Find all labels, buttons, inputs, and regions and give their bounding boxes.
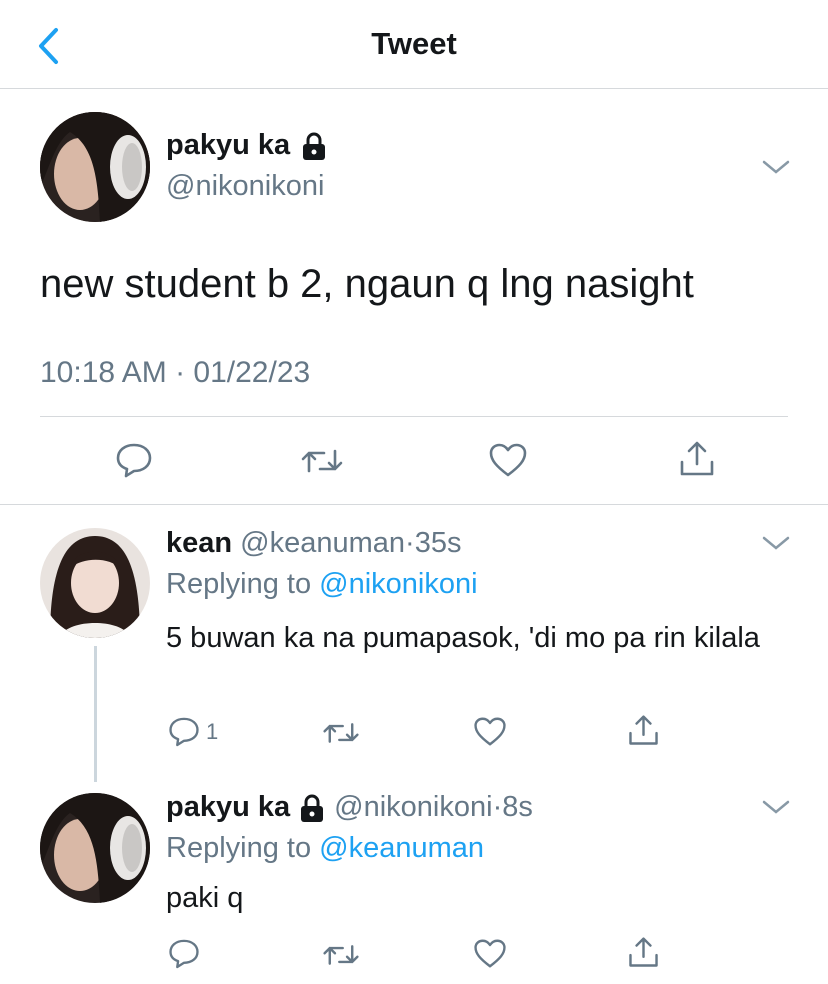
reply-text: 5 buwan ka na pumapasok, 'di mo pa rin k… bbox=[166, 622, 760, 654]
avatar[interactable] bbox=[40, 528, 150, 638]
retweet-icon bbox=[323, 945, 359, 965]
like-button[interactable] bbox=[488, 442, 528, 478]
chevron-down-icon bbox=[762, 800, 790, 814]
reply-count: 1 bbox=[206, 718, 219, 744]
handle[interactable]: @nikonikoni bbox=[334, 791, 492, 823]
timestamp-divider bbox=[40, 416, 788, 417]
display-name[interactable]: pakyu ka bbox=[166, 129, 290, 162]
tweet-divider bbox=[0, 504, 828, 505]
share-icon bbox=[680, 441, 714, 476]
header-divider bbox=[0, 88, 828, 89]
reply-options-button[interactable] bbox=[762, 534, 790, 552]
dot-separator: · bbox=[492, 791, 503, 823]
retweet-button[interactable] bbox=[300, 446, 344, 476]
display-name[interactable]: pakyu ka bbox=[166, 791, 290, 824]
reply-options-button[interactable] bbox=[762, 798, 790, 816]
replying-to-link[interactable]: @keanuman bbox=[319, 832, 484, 864]
display-name[interactable]: kean bbox=[166, 527, 232, 559]
replying-to-label: Replying to bbox=[166, 568, 312, 600]
like-button[interactable] bbox=[473, 716, 507, 747]
reply-button[interactable] bbox=[115, 442, 153, 478]
replying-to-line: Replying to @nikonikoni bbox=[166, 568, 478, 601]
thread-line bbox=[94, 646, 97, 782]
heart-icon bbox=[474, 717, 506, 746]
avatar-image bbox=[40, 793, 150, 903]
reply-button[interactable] bbox=[168, 938, 200, 969]
tweet-timestamp[interactable]: 10:18 AM · 01/22/23 bbox=[40, 356, 310, 390]
share-icon bbox=[629, 715, 658, 745]
reply-icon bbox=[169, 939, 199, 969]
reply-time[interactable]: 35s bbox=[415, 527, 462, 559]
share-button[interactable] bbox=[627, 714, 660, 747]
chevron-down-icon bbox=[762, 160, 790, 174]
chevron-down-icon bbox=[762, 536, 790, 550]
avatar-image bbox=[40, 528, 150, 638]
like-button[interactable] bbox=[473, 938, 507, 969]
retweet-button[interactable] bbox=[322, 942, 360, 968]
share-button[interactable] bbox=[627, 936, 660, 969]
avatar[interactable] bbox=[40, 793, 150, 903]
tweet-text: new student b 2, ngaun q lng nasight bbox=[40, 262, 694, 306]
lock-icon bbox=[301, 794, 324, 822]
reply-icon bbox=[116, 443, 152, 478]
author-name-row: pakyu ka bbox=[166, 129, 328, 162]
replying-to-link[interactable]: @nikonikoni bbox=[319, 568, 477, 600]
reply-button[interactable]: 1 bbox=[168, 716, 218, 747]
handle[interactable]: @keanuman bbox=[240, 527, 405, 559]
heart-icon bbox=[489, 443, 527, 477]
reply-header: pakyu ka @nikonikoni·8s bbox=[166, 791, 533, 824]
retweet-icon bbox=[301, 449, 343, 473]
heart-icon bbox=[474, 939, 506, 968]
page-title: Tweet bbox=[371, 26, 457, 61]
reply-header: kean @keanuman·35s bbox=[166, 527, 461, 560]
tweet-options-button[interactable] bbox=[762, 158, 790, 176]
avatar[interactable] bbox=[40, 112, 150, 222]
lock-icon bbox=[303, 132, 326, 160]
reply-text: paki q bbox=[166, 882, 244, 914]
share-icon bbox=[629, 937, 658, 967]
replying-to-line: Replying to @keanuman bbox=[166, 832, 484, 865]
retweet-button[interactable] bbox=[322, 720, 360, 746]
reply-icon bbox=[169, 717, 199, 747]
reply-time[interactable]: 8s bbox=[502, 791, 533, 823]
replying-to-label: Replying to bbox=[166, 832, 312, 864]
retweet-icon bbox=[323, 723, 359, 743]
avatar-image bbox=[40, 112, 150, 222]
share-button[interactable] bbox=[678, 440, 716, 478]
dot-separator: · bbox=[405, 527, 415, 559]
handle[interactable]: @nikonikoni bbox=[166, 170, 324, 203]
